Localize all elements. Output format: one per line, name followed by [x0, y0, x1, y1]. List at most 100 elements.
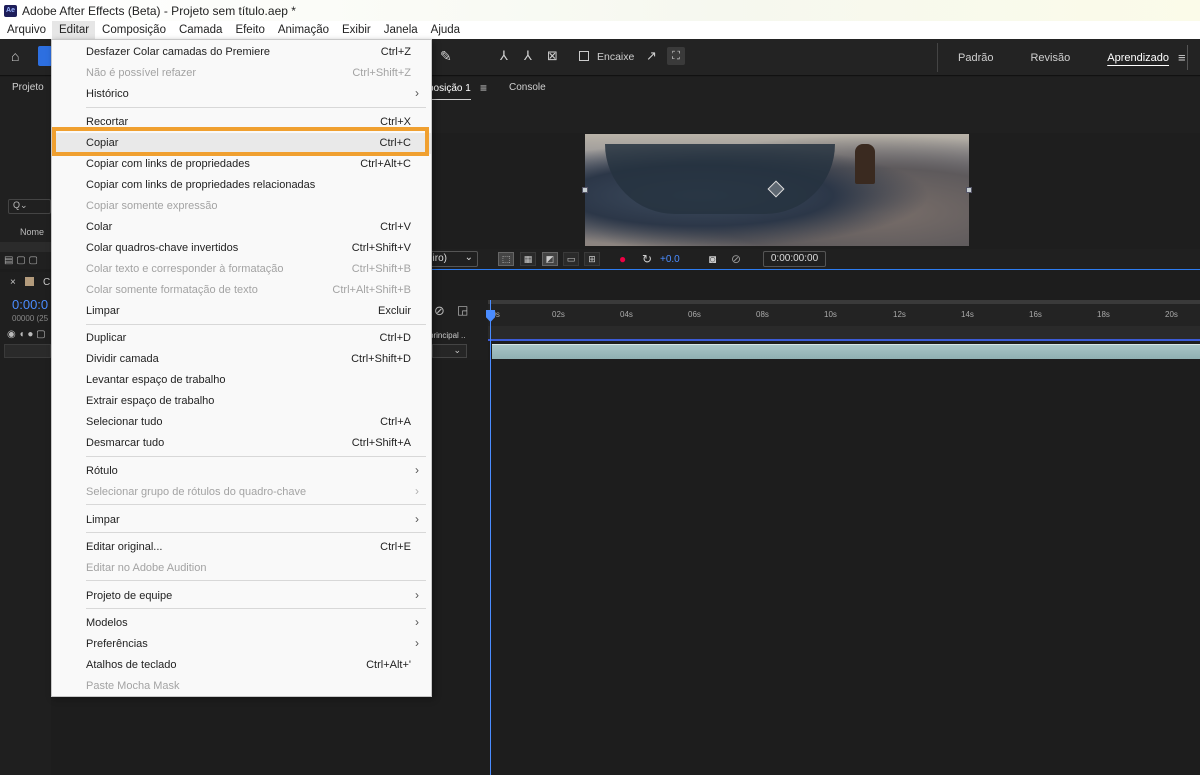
- menu-item-rotulo[interactable]: Rótulo ›: [52, 461, 431, 482]
- menu-item-paste-mocha: Paste Mocha Mask: [86, 680, 180, 692]
- menu-item-extrair-espaco[interactable]: Extrair espaço de trabalho: [52, 391, 431, 412]
- home-icon[interactable]: ⌂: [11, 48, 19, 64]
- tick-label: 12s: [893, 310, 906, 319]
- fast-previews-icon[interactable]: ⬚: [498, 252, 514, 266]
- menu-item-selecionar-tudo[interactable]: Selecionar tudo Ctrl+A: [52, 412, 431, 433]
- snap-edges-icon[interactable]: ↗: [646, 48, 657, 64]
- menu-editar[interactable]: Editar: [52, 21, 96, 39]
- graph-editor-icon[interactable]: ◲: [457, 303, 468, 317]
- tick-label: 08s: [756, 310, 769, 319]
- menu-item-modelos[interactable]: Modelos ›: [52, 613, 431, 634]
- parent-select[interactable]: ⌄: [432, 344, 467, 358]
- axis-local-icon[interactable]: ⅄: [500, 48, 508, 64]
- project-panel: Projeto Q⌄ Nome ▤ ▢ ▢: [0, 77, 51, 269]
- region-of-interest-icon[interactable]: ▭: [563, 252, 579, 266]
- snap-checkbox[interactable]: [579, 51, 589, 61]
- panel-menu-icon[interactable]: ≡: [480, 81, 487, 95]
- menu-janela[interactable]: Janela: [377, 21, 424, 39]
- layer-row[interactable]: [4, 344, 51, 358]
- column-nome[interactable]: Nome: [20, 227, 44, 237]
- timeline-layer-panel: × C 0:00:0 00000 (25 ◉ ◖ ● ▢: [0, 272, 51, 775]
- tab-projeto[interactable]: Projeto: [12, 82, 44, 93]
- project-search-input[interactable]: Q⌄: [8, 199, 51, 214]
- guides-icon[interactable]: ⊞: [584, 252, 600, 266]
- title-bar: Ae Adobe After Effects (Beta) - Projeto …: [0, 0, 1200, 21]
- menu-efeito[interactable]: Efeito: [228, 21, 270, 39]
- project-footer-icons[interactable]: ▤ ▢ ▢: [4, 255, 50, 267]
- menu-item-limpar-submenu[interactable]: Limpar ›: [52, 510, 431, 531]
- reset-exposure-icon[interactable]: ↻: [642, 252, 652, 266]
- window-title: Adobe After Effects (Beta) - Projeto sem…: [22, 3, 296, 18]
- show-snapshot-icon[interactable]: ⊘: [731, 252, 741, 266]
- workspace-menu-icon[interactable]: ≡: [1178, 50, 1186, 65]
- menu-item-desmarcar-tudo[interactable]: Desmarcar tudo Ctrl+Shift+A: [52, 433, 431, 454]
- time-ruler[interactable]: 00s 02s 04s 06s 08s 10s 12s 14s 16s 18s …: [487, 300, 1200, 326]
- tab-console[interactable]: Console: [509, 82, 546, 93]
- menu-item-copiar-links-relacionadas[interactable]: Copiar com links de propriedades relacio…: [52, 175, 431, 196]
- menu-composicao[interactable]: Composição: [95, 21, 172, 39]
- menu-item-historico[interactable]: Histórico ›: [52, 84, 431, 105]
- menu-item-colar-invertidos[interactable]: Colar quadros-chave invertidos Ctrl+Shift…: [52, 238, 431, 259]
- axis-view-icon[interactable]: ⊠: [547, 48, 558, 64]
- menu-item-atalhos[interactable]: Atalhos de teclado Ctrl+Alt+': [52, 655, 431, 676]
- exposure-value[interactable]: +0.0: [660, 254, 680, 265]
- selection-tool-icon[interactable]: [38, 46, 52, 66]
- tab-composicao-1[interactable]: posição 1: [428, 83, 471, 100]
- close-icon[interactable]: ×: [10, 277, 16, 288]
- snap-features-icon[interactable]: ⛶: [667, 47, 685, 65]
- tick-label: 20s: [1165, 310, 1178, 319]
- playhead-line[interactable]: [490, 300, 491, 775]
- layer-duration-bar[interactable]: [492, 344, 1200, 359]
- workspace-revisao[interactable]: Revisão: [1030, 52, 1070, 64]
- axis-world-icon[interactable]: ⅄: [524, 48, 532, 64]
- menu-ajuda[interactable]: Ajuda: [424, 21, 466, 39]
- viewer-controls: eiro) ⌄ ⬚ ▦ ◩ ▭ ⊞ ● ↻ +0.0 ◙ ⊘ 0:00:00:00: [426, 249, 1200, 270]
- menu-camada[interactable]: Camada: [172, 21, 228, 39]
- menu-item-preferencias[interactable]: Preferências ›: [52, 634, 431, 655]
- color-channel-icon[interactable]: ●: [619, 252, 626, 266]
- menu-item-editar-audition: Editar no Adobe Audition: [86, 562, 207, 574]
- mask-visibility-icon[interactable]: ◩: [542, 252, 558, 266]
- menu-item-editar-original[interactable]: Editar original... Ctrl+E: [52, 537, 431, 558]
- chevron-down-icon: ⌄: [464, 252, 473, 263]
- menu-item-dividir-camada[interactable]: Dividir camada Ctrl+Shift+D: [52, 349, 431, 370]
- tick-label: 02s: [552, 310, 565, 319]
- menu-separator: [86, 456, 426, 457]
- viewer-timecode[interactable]: 0:00:00:00: [763, 251, 826, 267]
- project-item-row[interactable]: [0, 242, 51, 252]
- workspace-padrao[interactable]: Padrão: [958, 52, 993, 64]
- menu-separator: [86, 580, 426, 581]
- menu-item-projeto-equipe[interactable]: Projeto de equipe ›: [52, 586, 431, 607]
- menu-item-colar-formatacao: Colar somente formatação de texto Ctrl+Al…: [86, 284, 411, 296]
- menu-item-desfazer[interactable]: Desfazer Colar camadas do Premiere Ctrl+Z: [52, 42, 431, 63]
- transform-handle-left[interactable]: [582, 187, 588, 193]
- pin-tool-icon[interactable]: ✎: [440, 48, 452, 65]
- chevron-right-icon: ›: [415, 615, 419, 629]
- menu-separator: [86, 504, 426, 505]
- menu-separator: [86, 608, 426, 609]
- workspace-aprendizado[interactable]: Aprendizado: [1107, 52, 1169, 64]
- layer-switch-icons[interactable]: ◉ ◖ ● ▢: [7, 329, 46, 340]
- menu-item-limpar[interactable]: Limpar Excluir: [52, 301, 431, 322]
- menu-arquivo[interactable]: Arquivo: [0, 21, 52, 39]
- snapshot-icon[interactable]: ◙: [709, 252, 716, 266]
- transform-handle-right[interactable]: [966, 187, 972, 193]
- work-area-bar[interactable]: [488, 326, 1200, 341]
- timeline-current-time[interactable]: 0:00:0: [12, 297, 48, 312]
- menu-item-levantar-espaco[interactable]: Levantar espaço de trabalho: [52, 370, 431, 391]
- chevron-right-icon: ›: [415, 86, 419, 100]
- chevron-down-icon: ⌄: [453, 345, 461, 355]
- resolution-select[interactable]: eiro) ⌄: [426, 251, 478, 267]
- transparency-grid-icon[interactable]: ▦: [520, 252, 536, 266]
- tick-label: 16s: [1029, 310, 1042, 319]
- motion-blur-icon[interactable]: ⊘: [434, 303, 445, 319]
- menu-animacao[interactable]: Animação: [271, 21, 335, 39]
- menu-item-grupo-rotulos: Selecionar grupo de rótulos do quadro-ch…: [86, 484, 419, 498]
- menu-exibir[interactable]: Exibir: [335, 21, 377, 39]
- menu-item-copiar-com-links[interactable]: Copiar com links de propriedades Ctrl+Alt…: [52, 154, 431, 175]
- menu-item-colar[interactable]: Colar Ctrl+V: [52, 217, 431, 238]
- snap-label: Encaixe: [597, 51, 635, 63]
- menu-item-duplicar[interactable]: Duplicar Ctrl+D: [52, 328, 431, 349]
- workspace-switcher: Padrão Revisão Aprendizado ≡: [958, 39, 1186, 76]
- timeline-comp-tab[interactable]: C: [43, 277, 50, 288]
